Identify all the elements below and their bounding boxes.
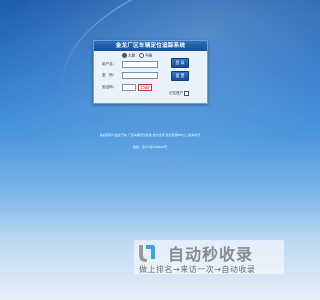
login-title: 金龙厂区车辆定位追踪系统	[94, 41, 207, 51]
radio-unselected-icon	[139, 53, 145, 58]
watermark-title: 自动秒收录	[168, 245, 254, 264]
username-label: 用户名：	[102, 62, 117, 66]
radio-selected-icon	[122, 53, 127, 58]
password-label: 密 码：	[102, 73, 117, 77]
captcha-image[interactable]: 1584	[138, 84, 152, 91]
footer-copyright: 版权所有©金龙汽车 厂区车辆定位系统 技术支持 建议使用IE8以上版本浏览	[99, 133, 201, 137]
watermark-subtitle: 做上排名→来访一次→自动收录	[139, 265, 256, 274]
captcha-input[interactable]	[122, 84, 136, 91]
captcha-label: 验证码：	[102, 85, 117, 89]
watermark-logo-icon	[139, 245, 155, 262]
password-row: 密 码：	[102, 72, 158, 79]
captcha-row: 验证码： 1584	[102, 84, 152, 91]
remember-label: 记住账户	[169, 91, 184, 95]
username-row: 用户名：	[102, 61, 158, 68]
mode-radio-group: 大屏 列表	[122, 53, 152, 59]
reset-button[interactable]: 重 置	[171, 71, 189, 81]
password-input[interactable]	[122, 72, 158, 79]
login-form: 大屏 列表 用户名： 密 码： 验证码： 1584 登 录 重 置 记住账户	[94, 51, 207, 103]
login-panel: 金龙厂区车辆定位追踪系统 大屏 列表 用户名： 密 码： 验证码： 1584 登…	[93, 40, 208, 104]
footer-icp: 备案：京ICP证000000号	[132, 145, 168, 149]
radio-option-list[interactable]: 列表	[139, 53, 152, 59]
username-input[interactable]	[122, 61, 158, 68]
remember-account[interactable]: 记住账户	[169, 91, 190, 96]
radio-option-big-screen[interactable]: 大屏	[122, 53, 135, 59]
remember-checkbox[interactable]	[184, 91, 190, 96]
login-button[interactable]: 登 录	[171, 58, 189, 68]
